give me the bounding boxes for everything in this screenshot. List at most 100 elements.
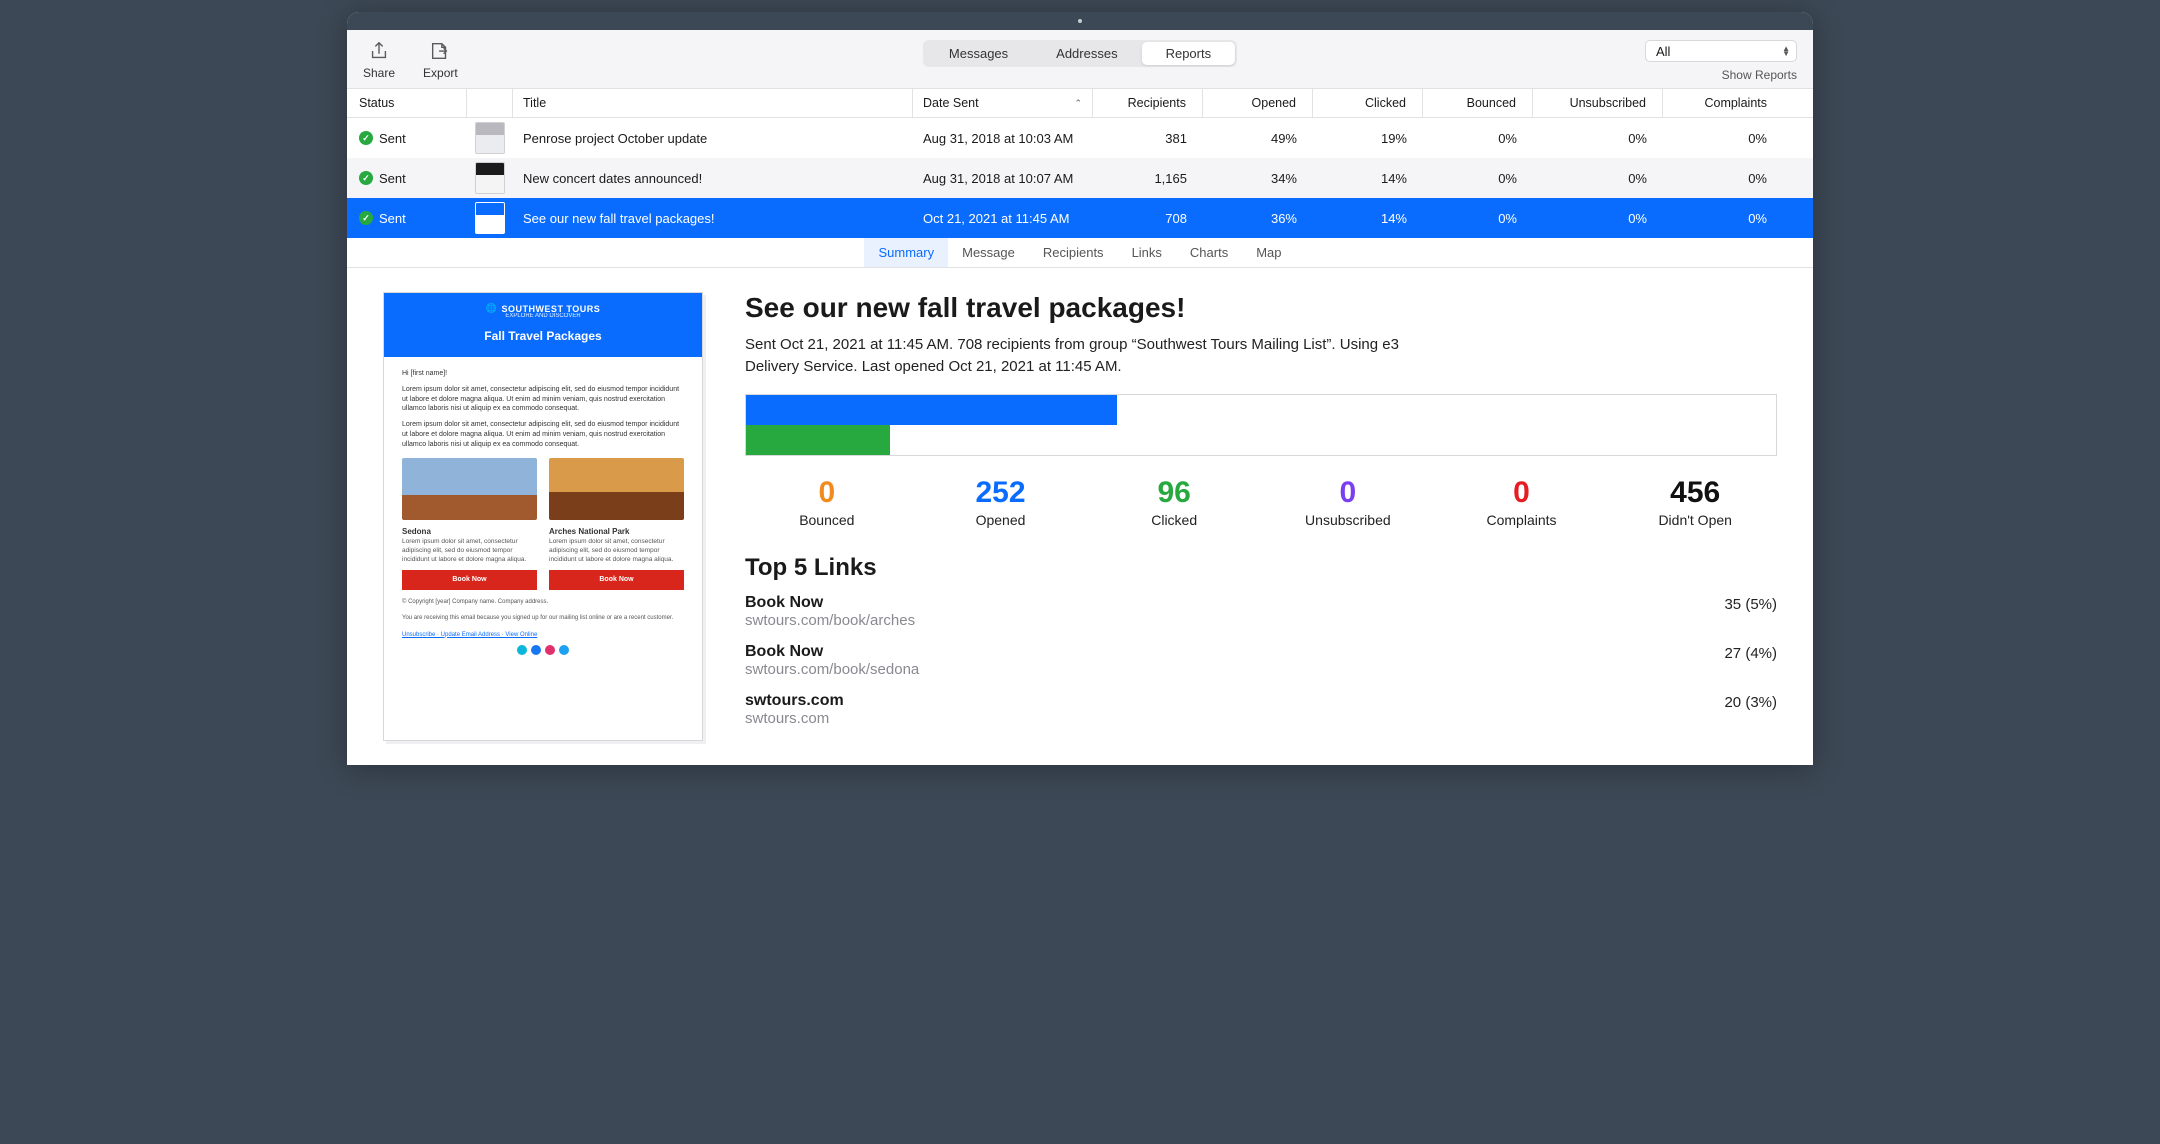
tab-recipients[interactable]: Recipients: [1029, 238, 1118, 267]
link-count: 35 (5%): [1724, 594, 1777, 613]
chevron-updown-icon: ▲▼: [1782, 46, 1790, 56]
stat-bounced: 0Bounced: [745, 476, 909, 528]
row-complaints: 0%: [1663, 211, 1783, 226]
col-recipients[interactable]: Recipients: [1093, 89, 1203, 117]
sort-asc-icon: ⌃: [1074, 98, 1082, 109]
col-thumb: [467, 89, 513, 117]
row-opened: 49%: [1203, 131, 1313, 146]
social-icon: [545, 645, 555, 655]
preview-image: [549, 458, 684, 520]
table-row[interactable]: ✓Sent See our new fall travel packages! …: [347, 198, 1813, 238]
app-window: Share Export Messages Addresses Reports …: [347, 12, 1813, 765]
col-clicked[interactable]: Clicked: [1313, 89, 1423, 117]
email-thumbnail: [475, 122, 505, 154]
link-count: 20 (3%): [1724, 692, 1777, 711]
row-recipients: 708: [1093, 211, 1203, 226]
status-text: Sent: [379, 211, 406, 226]
link-item[interactable]: swtours.comswtours.com 20 (3%): [745, 692, 1777, 727]
status-text: Sent: [379, 171, 406, 186]
email-thumbnail: [475, 202, 505, 234]
row-unsub: 0%: [1533, 131, 1663, 146]
row-recipients: 1,165: [1093, 171, 1203, 186]
row-opened: 36%: [1203, 211, 1313, 226]
table-body: ✓ Sent Penrose project October update Aug…: [347, 118, 1813, 238]
open-click-chart: [745, 394, 1777, 456]
row-title: Penrose project October update: [513, 131, 913, 146]
col-date-sent[interactable]: Date Sent ⌃: [913, 89, 1093, 117]
preview-book-button: Book Now: [549, 570, 684, 590]
preview-book-button: Book Now: [402, 570, 537, 590]
export-label: Export: [423, 66, 458, 80]
row-complaints: 0%: [1663, 131, 1783, 146]
col-opened[interactable]: Opened: [1203, 89, 1313, 117]
stat-complaints: 0Complaints: [1440, 476, 1604, 528]
export-icon: [429, 40, 451, 62]
preview-footer-links: Unsubscribe · Update Email Address · Vie…: [402, 632, 537, 638]
preview-tagline: EXPLORE AND DISCOVER: [390, 313, 696, 319]
row-title: New concert dates announced!: [513, 171, 913, 186]
row-bounced: 0%: [1423, 171, 1533, 186]
row-opened: 34%: [1203, 171, 1313, 186]
tab-map[interactable]: Map: [1242, 238, 1295, 267]
col-status[interactable]: Status: [347, 89, 467, 117]
col-title[interactable]: Title: [513, 89, 913, 117]
row-date: Aug 31, 2018 at 10:03 AM: [913, 131, 1093, 146]
top-links-heading: Top 5 Links: [745, 554, 1777, 582]
check-icon: ✓: [359, 211, 373, 225]
row-clicked: 14%: [1313, 211, 1423, 226]
share-label: Share: [363, 66, 395, 80]
stats-row: 0Bounced 252Opened 96Clicked 0Unsubscrib…: [745, 476, 1777, 528]
segment-reports[interactable]: Reports: [1142, 42, 1236, 65]
email-thumbnail: [475, 162, 505, 194]
segment-messages[interactable]: Messages: [925, 42, 1032, 65]
opened-bar: [746, 395, 1117, 425]
export-button[interactable]: Export: [423, 40, 458, 80]
row-recipients: 381: [1093, 131, 1203, 146]
link-count: 27 (4%): [1724, 643, 1777, 662]
table-header-row: Status Title Date Sent ⌃ Recipients Open…: [347, 88, 1813, 118]
show-reports-link[interactable]: Show Reports: [1722, 68, 1797, 82]
stat-unsubscribed: 0Unsubscribed: [1266, 476, 1430, 528]
check-icon: ✓: [359, 131, 373, 145]
clicked-bar: [746, 425, 890, 455]
row-date: Aug 31, 2018 at 10:07 AM: [913, 171, 1093, 186]
preview-headline: Fall Travel Packages: [390, 329, 696, 343]
share-icon: [368, 40, 390, 62]
tab-summary[interactable]: Summary: [864, 238, 948, 267]
table-row[interactable]: ✓Sent Penrose project October update Aug…: [347, 118, 1813, 158]
col-date-label: Date Sent: [923, 96, 979, 110]
preview-card-text: Lorem ipsum dolor sit amet, consectetur …: [549, 537, 684, 564]
link-item[interactable]: Book Nowswtours.com/book/sedona 27 (4%): [745, 643, 1777, 678]
preview-card-title: Arches National Park: [549, 526, 684, 537]
social-icon: [517, 645, 527, 655]
tab-charts[interactable]: Charts: [1176, 238, 1242, 267]
row-title: See our new fall travel packages!: [513, 211, 913, 226]
tab-message[interactable]: Message: [948, 238, 1029, 267]
filter-select[interactable]: All ▲▼: [1645, 40, 1797, 62]
table-row[interactable]: ✓ Sent New concert dates announced! Aug 3…: [347, 158, 1813, 198]
preview-footer: You are receiving this email because you…: [402, 614, 684, 622]
social-icon: [559, 645, 569, 655]
preview-card-text: Lorem ipsum dolor sit amet, consectetur …: [402, 537, 537, 564]
row-complaints: 0%: [1663, 171, 1783, 186]
row-unsub: 0%: [1533, 171, 1663, 186]
link-item[interactable]: Book Nowswtours.com/book/arches 35 (5%): [745, 594, 1777, 629]
email-preview: 🌐 SOUTHWEST TOURS EXPLORE AND DISCOVER F…: [383, 292, 703, 741]
toolbar-area: Share Export Messages Addresses Reports …: [347, 30, 1813, 88]
row-clicked: 19%: [1313, 131, 1423, 146]
titlebar: [347, 12, 1813, 30]
check-icon: ✓: [359, 171, 373, 185]
col-unsubscribed[interactable]: Unsubscribed: [1533, 89, 1663, 117]
preview-card-title: Sedona: [402, 526, 537, 537]
preview-image: [402, 458, 537, 520]
row-bounced: 0%: [1423, 211, 1533, 226]
stat-opened: 252Opened: [919, 476, 1083, 528]
share-button[interactable]: Share: [363, 40, 395, 80]
segment-addresses[interactable]: Addresses: [1032, 42, 1141, 65]
tab-links[interactable]: Links: [1118, 238, 1176, 267]
preview-copyright: © Copyright [year] Company name. Company…: [402, 598, 684, 606]
col-bounced[interactable]: Bounced: [1423, 89, 1533, 117]
col-complaints[interactable]: Complaints: [1663, 89, 1783, 117]
social-icon: [531, 645, 541, 655]
stat-didnt-open: 456Didn't Open: [1613, 476, 1777, 528]
